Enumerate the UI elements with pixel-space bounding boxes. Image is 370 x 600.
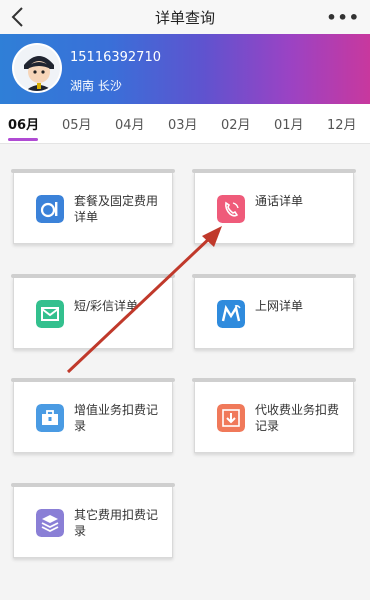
tab-month-01[interactable]: 01月 (274, 114, 304, 133)
package-icon (36, 195, 64, 223)
card-label: 其它费用扣费记录 (74, 508, 159, 538)
card-collection[interactable]: 代收费业务扣费记录 (192, 378, 356, 453)
message-icon (36, 300, 64, 328)
card-label: 代收费业务扣费记录 (255, 403, 340, 433)
top-bar: 详单查询 ••• (0, 0, 370, 34)
month-tabs: 06月 05月 04月 03月 02月 01月 12月 (0, 104, 370, 144)
internet-icon (217, 300, 245, 328)
tab-month-05[interactable]: 05月 (62, 114, 92, 133)
tab-month-02[interactable]: 02月 (221, 114, 251, 133)
avatar (12, 43, 62, 93)
card-sms-mms[interactable]: 短/彩信详单 (11, 274, 175, 349)
card-label: 短/彩信详单 (74, 299, 139, 313)
avatar-icon (14, 45, 60, 91)
briefcase-icon (36, 404, 64, 432)
card-label: 套餐及固定费用详单 (74, 194, 159, 224)
layers-icon (36, 509, 64, 537)
card-internet[interactable]: 上网详单 (192, 274, 356, 349)
phone-call-icon (217, 195, 245, 223)
card-value-added[interactable]: 增值业务扣费记录 (11, 378, 175, 453)
user-location: 湖南 长沙 (70, 79, 122, 93)
download-icon (217, 404, 245, 432)
tab-month-12[interactable]: 12月 (327, 114, 357, 133)
card-package-fee[interactable]: 套餐及固定费用详单 (11, 169, 175, 244)
user-banner: 15116392710 湖南 长沙 (0, 34, 370, 104)
card-label: 增值业务扣费记录 (74, 403, 159, 433)
tab-month-03[interactable]: 03月 (168, 114, 198, 133)
active-tab-indicator (8, 138, 38, 141)
card-call-detail[interactable]: 通话详单 (192, 169, 356, 244)
card-other-fee[interactable]: 其它费用扣费记录 (11, 483, 175, 558)
page-title: 详单查询 (154, 9, 215, 27)
tab-month-04[interactable]: 04月 (115, 114, 145, 133)
card-label: 上网详单 (255, 299, 304, 313)
more-icon[interactable]: ••• (326, 8, 360, 27)
card-label: 通话详单 (255, 194, 304, 208)
tab-month-06[interactable]: 06月 (8, 114, 39, 133)
user-phone: 15116392710 (70, 50, 161, 65)
